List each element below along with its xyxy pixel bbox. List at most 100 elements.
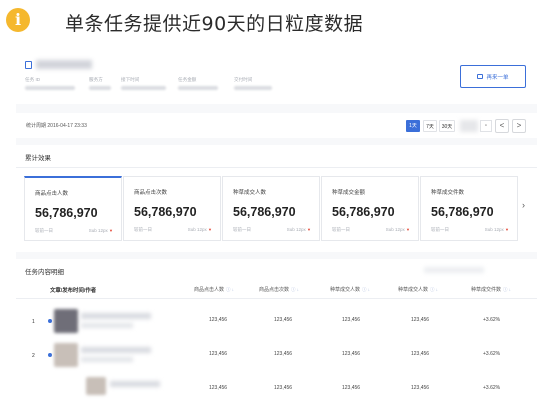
range-1-day-button[interactable]: 1天 (406, 120, 420, 132)
metric-card[interactable]: 种草成交金额 56,786,970 较前一日 Sub 12px ▼ (321, 176, 419, 241)
table-row[interactable]: 123,456 123,456 123,456 123,456 +3.62% (16, 374, 537, 404)
sort-icon[interactable]: ⓘ ↓ (291, 287, 299, 292)
article-meta-redacted (81, 357, 133, 362)
date-picker-redacted[interactable] (460, 120, 478, 132)
status-dot-icon (48, 319, 52, 323)
meta-value-redacted (89, 86, 111, 90)
table-cell: +3.62% (483, 385, 501, 391)
metric-sub: Sub 12px ▼ (485, 227, 509, 232)
metric-label: 商品点击人数 (35, 191, 69, 197)
column-header-label: 种草成交件数 (471, 287, 502, 293)
order-again-label: 再来一单 (486, 74, 509, 81)
column-header-article: 文章/发布时间/作者 (50, 288, 97, 294)
date-range-bar: 统计周期 2016-04-17 23:33 1天 7天 30天 ▫ < > (16, 113, 537, 138)
order-again-button[interactable]: 再来一单 (460, 65, 526, 88)
trend-down-icon: ▼ (307, 227, 311, 232)
metric-card[interactable]: 商品点击次数 56,786,970 较前一日 Sub 12px ▼ (123, 176, 221, 241)
metric-compare: 较前一日 (134, 227, 152, 232)
sort-icon[interactable]: ⓘ ↓ (362, 287, 370, 292)
metric-label: 种草成交金额 (332, 190, 366, 196)
task-name-redacted (36, 60, 92, 69)
range-30-day-button[interactable]: 30天 (439, 120, 455, 132)
metric-card[interactable]: 商品点击人数 56,786,970 较前一日 Sub 12px ▼ (24, 176, 122, 241)
range-7-day-button[interactable]: 7天 (423, 120, 437, 132)
metric-sub: Sub 12px ▼ (89, 228, 113, 233)
table-cell: 123,456 (342, 317, 361, 323)
article-thumbnail[interactable] (54, 343, 78, 367)
sort-icon[interactable]: ⓘ ↓ (430, 287, 438, 292)
article-title-redacted[interactable] (81, 313, 151, 319)
table-cell: 123,456 (411, 317, 430, 323)
article-thumbnail[interactable] (54, 309, 78, 333)
article-title-redacted[interactable] (110, 381, 160, 387)
banner-title: 单条任务提供近90天的日粒度数据 (65, 13, 364, 35)
metric-card[interactable]: 种草成交件数 56,786,970 较前一日 Sub 12px ▼ (420, 176, 518, 241)
info-circle-icon: i (6, 8, 30, 32)
meta-label-accept-time: 接下时间 (121, 77, 140, 82)
task-detail-card: 任务 ID 服务方 接下时间 任务金额 交付时间 再来一单 统计周期 2016-… (16, 47, 537, 406)
metric-sub-text: Sub 12px (484, 227, 504, 232)
metric-sub: Sub 12px ▼ (287, 227, 311, 232)
meta-value-redacted (25, 86, 75, 90)
article-meta-redacted (81, 323, 133, 328)
metric-value: 56,786,970 (35, 206, 98, 220)
table-cell: 123,456 (274, 317, 293, 323)
metric-sub-text: Sub 12px (88, 228, 108, 233)
table-row[interactable]: 2 123,456 123,456 123,456 123,456 +3.62% (16, 340, 537, 370)
metric-sub-text: Sub 12px (187, 227, 207, 232)
metric-card[interactable]: 种草成交人数 56,786,970 较前一日 Sub 12px ▼ (222, 176, 320, 241)
column-header[interactable]: 种草成交件数 ⓘ ↓ (471, 286, 511, 293)
column-header-label: 商品点击人数 (194, 287, 225, 293)
table-cell: 123,456 (411, 351, 430, 357)
section-title: 累计效果 (25, 155, 51, 162)
meta-label-task-id: 任务 ID (25, 77, 41, 82)
metric-value: 56,786,970 (134, 205, 197, 219)
trend-down-icon: ▼ (208, 227, 212, 232)
table-cell: 123,456 (209, 351, 228, 357)
stat-date: 统计周期 2016-04-17 23:33 (26, 123, 87, 129)
table-row[interactable]: 1 123,456 123,456 123,456 123,456 +3.62% (16, 306, 537, 336)
calendar-icon[interactable]: ▫ (480, 120, 492, 132)
table-cell: 123,456 (274, 385, 293, 391)
meta-label-provider: 服务方 (89, 77, 103, 82)
sort-icon[interactable]: ⓘ ↓ (226, 287, 234, 292)
metric-value: 56,786,970 (431, 205, 494, 219)
meta-label-delivery-time: 交付时间 (234, 77, 253, 82)
trend-down-icon: ▼ (109, 228, 113, 233)
order-icon (477, 74, 484, 79)
task-content-detail-section: 任务内容明细 文章/发布时间/作者 商品点击人数 ⓘ ↓ 商品点击次数 ⓘ ↓ 种草… (16, 259, 537, 406)
prev-button[interactable]: < (495, 119, 509, 133)
article-title-redacted[interactable] (81, 347, 151, 353)
row-index: 2 (32, 353, 35, 359)
meta-value-redacted (121, 86, 166, 90)
column-header[interactable]: 种草成交人数 ⓘ ↓ (398, 286, 438, 293)
row-index: 1 (32, 319, 35, 325)
divider (16, 167, 537, 168)
column-header[interactable]: 种草成交人数 ⓘ ↓ (330, 286, 370, 293)
table-cell: 123,456 (274, 351, 293, 357)
column-header-label: 种草成交人数 (398, 287, 429, 293)
metric-sub: Sub 12px ▼ (188, 227, 212, 232)
column-header[interactable]: 商品点击次数 ⓘ ↓ (259, 286, 299, 293)
meta-value-redacted (234, 86, 272, 90)
column-header[interactable]: 商品点击人数 ⓘ ↓ (194, 286, 234, 293)
trend-down-icon: ▼ (505, 227, 509, 232)
next-button[interactable]: > (512, 119, 526, 133)
table-cell: 123,456 (209, 317, 228, 323)
metric-value: 56,786,970 (233, 205, 296, 219)
table-cell: 123,456 (342, 351, 361, 357)
filter-redacted (424, 267, 484, 273)
metric-label: 商品点击次数 (134, 190, 168, 196)
table-cell: 123,456 (411, 385, 430, 391)
table-cell: 123,456 (209, 385, 228, 391)
metric-sub: Sub 12px ▼ (386, 227, 410, 232)
chevron-right-icon[interactable]: › (522, 200, 525, 210)
article-thumbnail[interactable] (86, 377, 106, 395)
status-dot-icon (48, 353, 52, 357)
document-icon (25, 61, 32, 69)
task-header: 任务 ID 服务方 接下时间 任务金额 交付时间 再来一单 (16, 47, 537, 104)
divider (16, 298, 537, 299)
sort-icon[interactable]: ⓘ ↓ (503, 287, 511, 292)
section-title: 任务内容明细 (25, 269, 64, 276)
metric-compare: 较前一日 (233, 227, 251, 232)
